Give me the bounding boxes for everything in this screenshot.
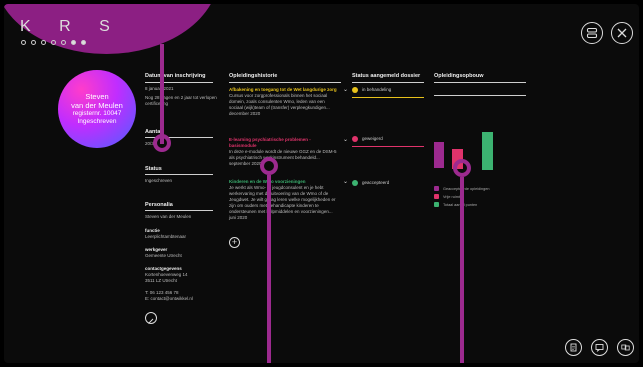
- dot[interactable]: [81, 40, 86, 45]
- layers-icon: [586, 27, 598, 39]
- dot[interactable]: [31, 40, 36, 45]
- history-item[interactable]: Kinderen en de Wmo voorzieningen Je werk…: [229, 179, 337, 221]
- dossier-status: geaccepteerd: [352, 180, 389, 186]
- pencil-icon: [148, 318, 154, 324]
- history-item[interactable]: Afbakening en toegang tot de Wet langdur…: [229, 87, 337, 117]
- history-item[interactable]: E-learning psychiatrische problemen - ba…: [229, 137, 337, 167]
- chat-button[interactable]: [591, 339, 608, 356]
- bar-total: [482, 132, 493, 170]
- date-note: Nog 28 dagen en 2 jaar tot verlopen cert…: [145, 95, 217, 106]
- document-button[interactable]: [565, 339, 582, 356]
- date-value: 8 januari 2021: [145, 86, 174, 91]
- profile-reg: registernr. 10047: [72, 110, 122, 117]
- history-title: E-learning psychiatrische problemen - ba…: [229, 137, 311, 148]
- dossier-status-label: geweigerd: [362, 136, 383, 142]
- personal-header: Personalia: [145, 202, 173, 208]
- divider: [229, 82, 341, 83]
- divider: [352, 146, 424, 147]
- decorative-ring: [260, 157, 278, 175]
- dossier-status: in behandeling: [352, 87, 391, 93]
- divider: [434, 95, 526, 96]
- decorative-line: [267, 175, 271, 363]
- dossier-status-label: in behandeling: [362, 87, 392, 93]
- divider: [352, 82, 424, 83]
- menu-button[interactable]: [581, 22, 603, 44]
- dot[interactable]: [41, 40, 46, 45]
- decorative-ring: [153, 134, 171, 152]
- email-link[interactable]: E: contact@ontwikkel.nl: [145, 296, 193, 302]
- decorative-line: [160, 44, 164, 144]
- edit-button[interactable]: [145, 312, 157, 324]
- status-dot: [352, 87, 358, 93]
- add-button[interactable]: +: [229, 237, 240, 248]
- history-date: september 2020: [229, 161, 262, 166]
- status-dot: [352, 136, 358, 142]
- bar-accepted: [434, 142, 444, 168]
- dossier-header: Status aangemeld dossier: [352, 73, 421, 79]
- employer-value: Gemeente Utrecht: [145, 253, 182, 258]
- person-name: Steven van der Meulen: [145, 214, 192, 219]
- function-value: Leerplichtambtenaar: [145, 234, 187, 239]
- profile-avatar: Steven van der Meulen registernr. 10047 …: [58, 70, 136, 148]
- status-header: Status: [145, 166, 162, 172]
- date-header: Datum van inschrijving: [145, 73, 206, 79]
- history-header: Opleidingshistorie: [229, 73, 278, 79]
- chevron-down-icon[interactable]: ⌄: [343, 86, 348, 93]
- chevron-down-icon[interactable]: ⌄: [343, 178, 348, 185]
- divider: [145, 210, 213, 211]
- dot[interactable]: [51, 40, 56, 45]
- decorative-line: [460, 177, 464, 363]
- dossier-status: geweigerd: [352, 136, 383, 142]
- decorative-ring: [453, 159, 471, 177]
- dot[interactable]: [21, 40, 26, 45]
- divider: [145, 174, 213, 175]
- compare-icon: [621, 344, 630, 351]
- buildup-header: Opleidingsopbouw: [434, 73, 484, 79]
- profile-first-name: Steven: [85, 92, 109, 101]
- brand-logo: K R S: [20, 18, 122, 35]
- history-desc: Cursus voor zorgprofessionals binnen het…: [229, 93, 330, 110]
- history-date: juni 2020: [229, 215, 248, 220]
- status-dot: [352, 180, 358, 186]
- close-button[interactable]: [611, 22, 633, 44]
- divider: [434, 82, 526, 83]
- dot[interactable]: [61, 40, 66, 45]
- chevron-down-icon[interactable]: ⌄: [343, 136, 348, 143]
- profile-last-name: van der Meulen: [71, 101, 123, 110]
- divider: [352, 97, 424, 98]
- document-icon: [570, 343, 577, 352]
- chat-icon: [595, 344, 604, 352]
- progress-dots: [21, 40, 86, 45]
- compare-button[interactable]: [617, 339, 634, 356]
- dossier-status-label: geaccepteerd: [362, 180, 390, 186]
- history-desc: In deze e-module wordt de nieuwe GGZ en …: [229, 149, 337, 160]
- app-window: K R S Steven van der Meulen registernr. …: [4, 4, 639, 363]
- close-icon: [617, 28, 627, 38]
- status-value: Ingeschreven: [145, 178, 173, 183]
- history-desc: Je werkt als Wmo- of jeugdconsulent en j…: [229, 185, 336, 214]
- address-line-2: 3511 LZ Utrecht: [145, 278, 177, 283]
- history-date: december 2020: [229, 111, 261, 116]
- dot[interactable]: [71, 40, 76, 45]
- legend-label: Geaccepteerde opleidingen: [443, 186, 490, 191]
- divider: [145, 82, 213, 83]
- profile-status: Ingeschreven: [77, 118, 117, 125]
